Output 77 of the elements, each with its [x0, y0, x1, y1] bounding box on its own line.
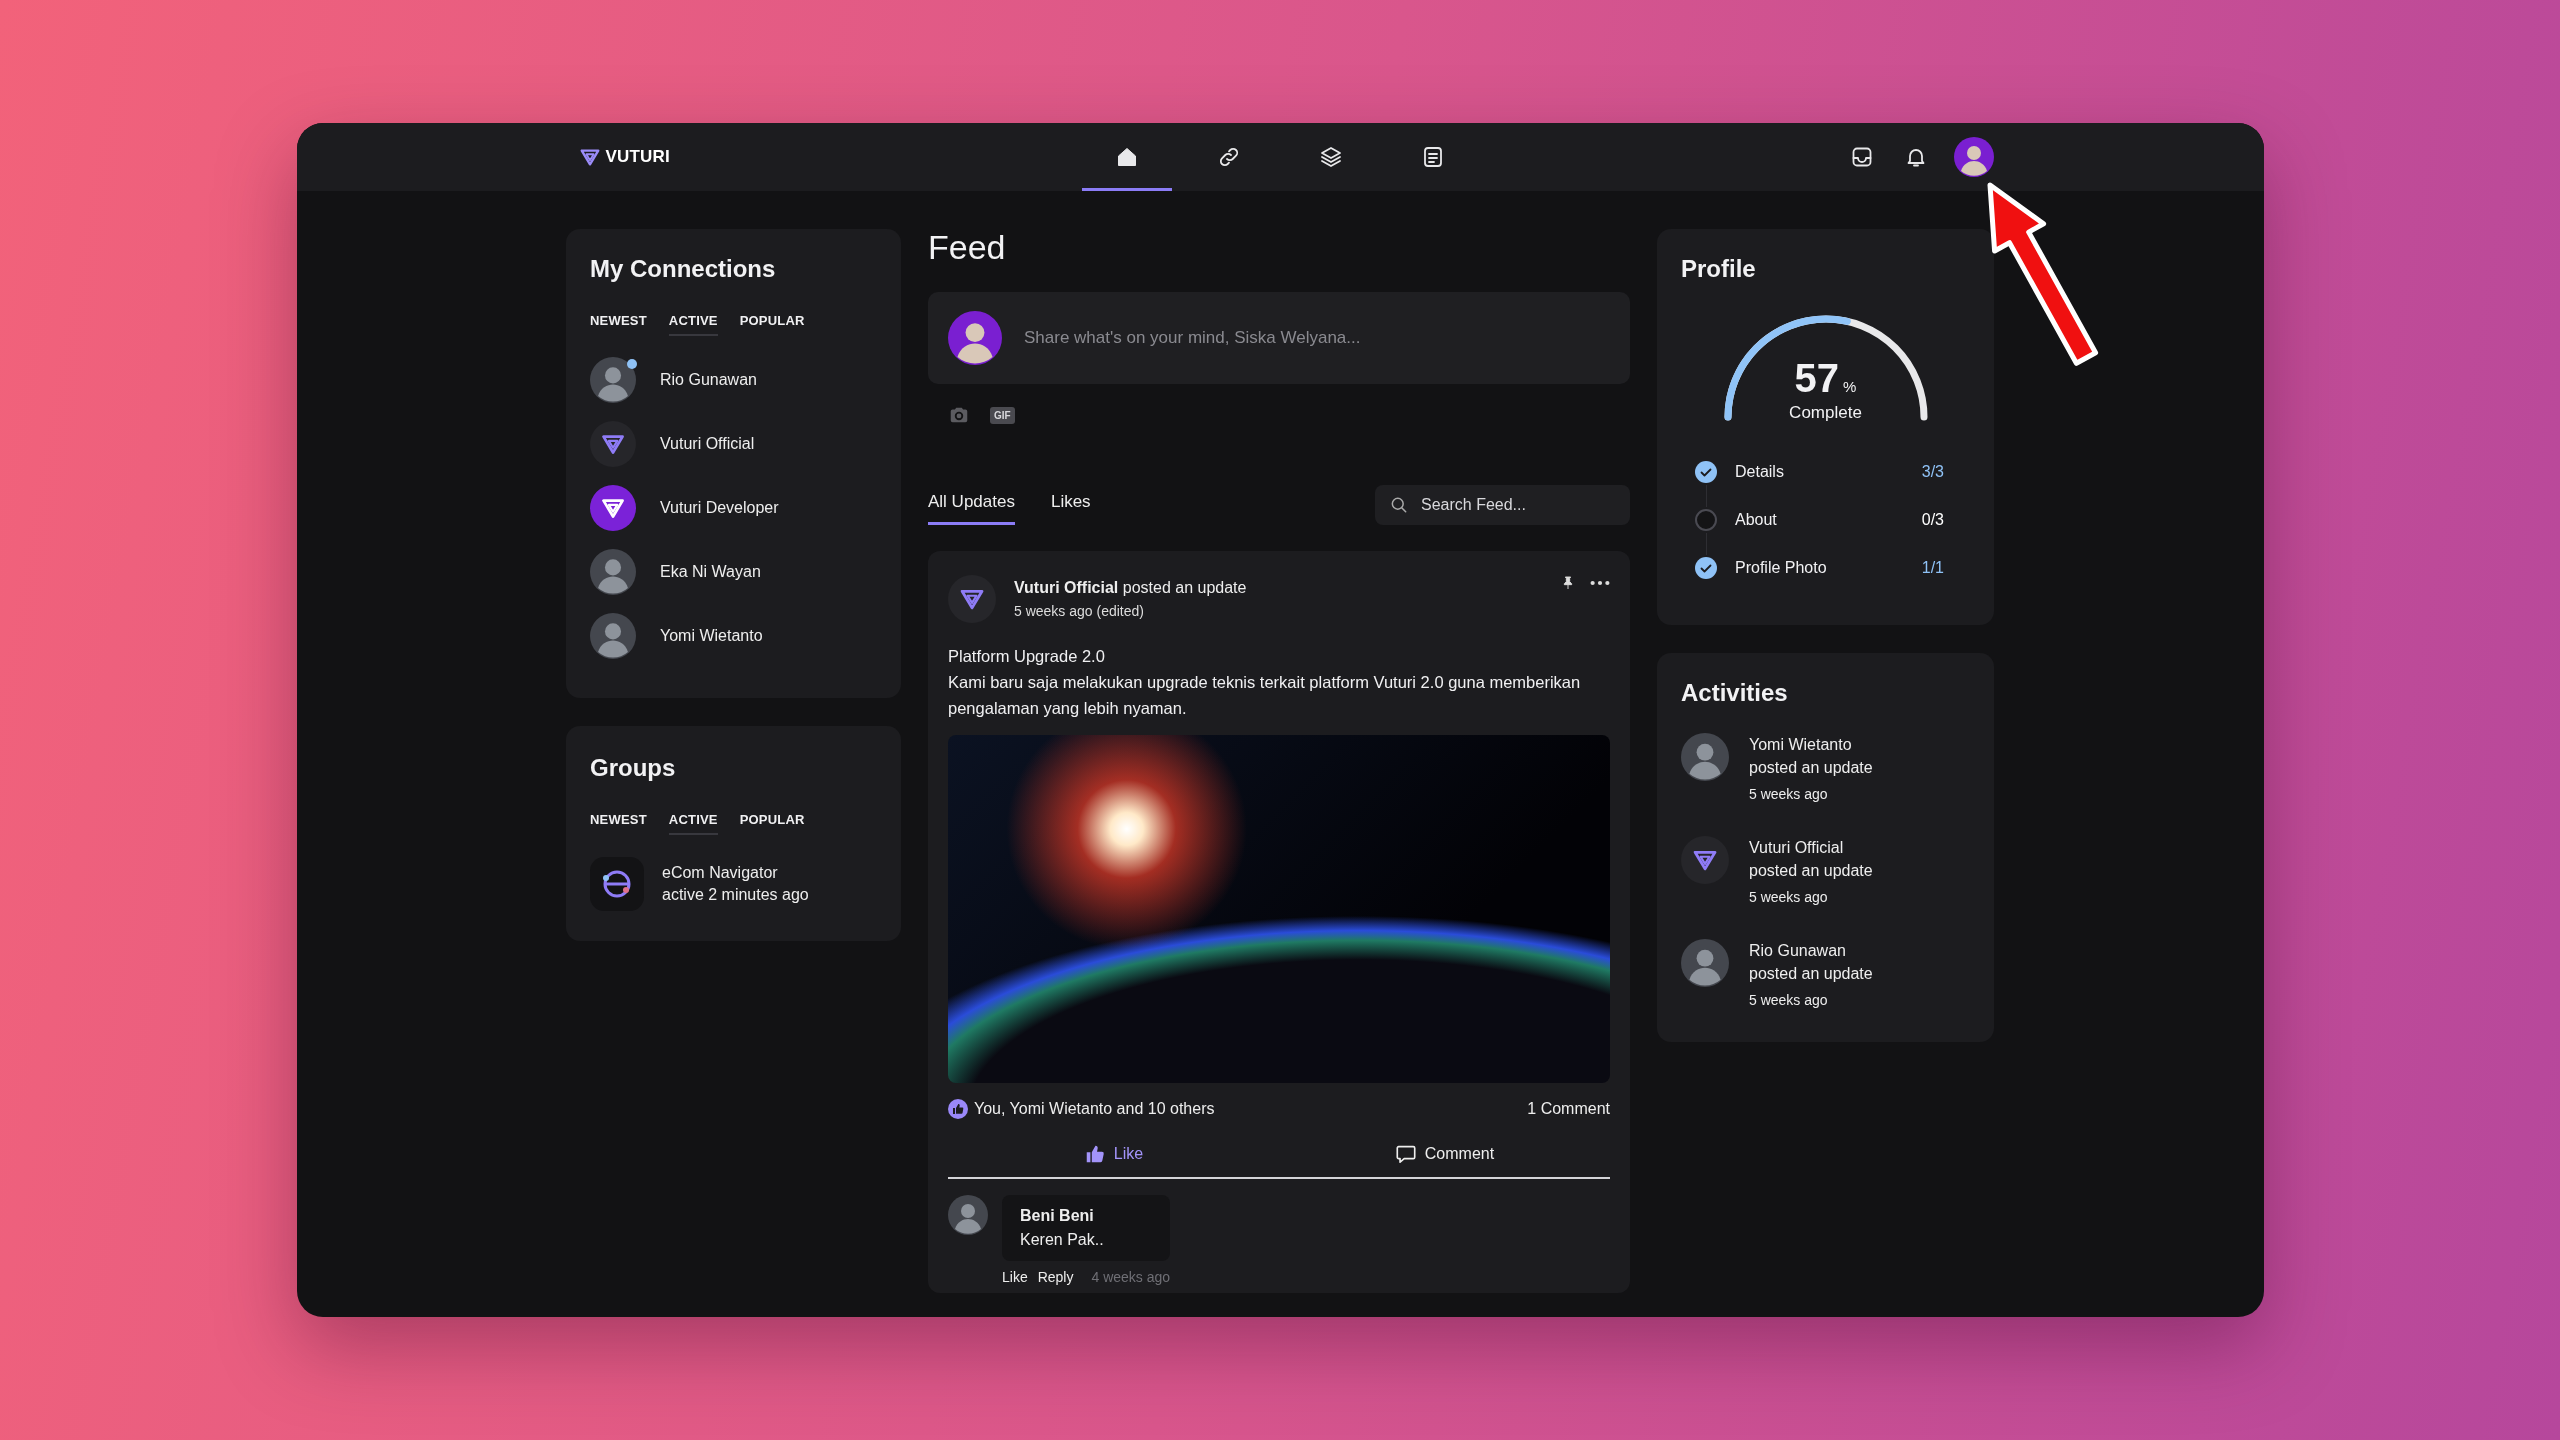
- completion-label: Complete: [1789, 403, 1862, 423]
- brand-name: VUTURI: [605, 147, 670, 167]
- filter-tab[interactable]: POPULAR: [739, 309, 805, 336]
- post-time: 5 weeks ago (edited): [1014, 603, 1145, 620]
- connection-name[interactable]: Rio Gunawan: [660, 371, 757, 389]
- group-icon: [590, 857, 644, 911]
- more-icon: [1590, 580, 1610, 587]
- logo-avatar: [948, 575, 996, 624]
- reactions-text: You, Yomi Wietanto and 10 others: [974, 1100, 1215, 1119]
- filter-tab[interactable]: POPULAR: [739, 808, 805, 835]
- comment-author: Beni Beni: [1020, 1207, 1095, 1226]
- post-header-text: Vuturi Official posted an update: [1014, 579, 1248, 598]
- user-avatar: [948, 311, 1002, 366]
- logo-avatar: [1681, 836, 1729, 884]
- logo-avatar: [590, 485, 636, 531]
- like-count-icon: [948, 1099, 968, 1120]
- filter-tab[interactable]: NEWEST: [590, 309, 647, 336]
- step-label: About: [1735, 511, 1778, 529]
- percent-sign: %: [1843, 378, 1857, 395]
- filter-tab[interactable]: ACTIVE: [668, 309, 718, 336]
- logo-avatar: [590, 421, 636, 467]
- like-button[interactable]: Like: [948, 1131, 1279, 1178]
- group-name[interactable]: eCom Navigator: [662, 864, 809, 882]
- section-title: Activities: [1681, 679, 1788, 707]
- layers-icon: [1319, 145, 1343, 169]
- speech-bubble-icon: [1394, 1143, 1417, 1166]
- home-icon: [1115, 145, 1139, 169]
- activity-time: 5 weeks ago: [1749, 991, 1829, 1010]
- avatar: [590, 613, 636, 659]
- step-progress: 3/3: [1921, 463, 1944, 481]
- comment-button[interactable]: Comment: [1279, 1131, 1610, 1178]
- connection-name[interactable]: Vuturi Developer: [660, 499, 779, 517]
- connection-name[interactable]: Vuturi Official: [660, 435, 755, 453]
- post-input-field[interactable]: Share what's on your mind, Siska Welyana...: [1022, 327, 1610, 350]
- avatar: [590, 549, 636, 595]
- connection-name[interactable]: Yomi Wietanto: [660, 627, 763, 645]
- comment-action-link[interactable]: Like: [1002, 1269, 1028, 1286]
- link-icon: [1217, 145, 1241, 169]
- more-button[interactable]: [1590, 580, 1610, 587]
- feed-tab[interactable]: Likes: [1050, 484, 1091, 526]
- avatar: [1681, 939, 1729, 987]
- post-title: Platform Upgrade 2.0: [948, 646, 1106, 668]
- step-label: Details: [1735, 463, 1785, 481]
- comment-action-link[interactable]: Reply: [1037, 1269, 1074, 1286]
- document-icon: [1421, 145, 1445, 169]
- comment-time: 4 weeks ago: [1091, 1269, 1171, 1286]
- section-title: Profile: [1681, 255, 1756, 283]
- completion-percent: 57: [1794, 356, 1840, 401]
- feed-tab[interactable]: All Updates: [928, 484, 1015, 526]
- step-progress: 0/3: [1921, 511, 1944, 529]
- activity-name[interactable]: Rio Gunawan: [1749, 939, 1873, 962]
- activity-action: posted an update: [1749, 861, 1873, 881]
- logo-icon: [578, 146, 601, 168]
- page-title: Feed: [928, 229, 1006, 267]
- avatar: [948, 1195, 988, 1236]
- filter-tab[interactable]: ACTIVE: [668, 808, 718, 835]
- activity-action: posted an update: [1749, 758, 1873, 778]
- filter-tab[interactable]: NEWEST: [590, 808, 647, 835]
- activity-name[interactable]: Vuturi Official: [1749, 836, 1873, 859]
- step-label: Profile Photo: [1735, 559, 1828, 577]
- post-body: Kami baru saja melakukan upgrade teknis terkait platform Vuturi 2.0 guna memberikan pengalaman yang lebih nyaman.: [948, 672, 1582, 720]
- comment-text: Keren Pak..: [1020, 1231, 1105, 1250]
- gif-button[interactable]: GIF: [990, 406, 1015, 424]
- search-field[interactable]: Search Feed...: [1375, 484, 1630, 525]
- section-title: Groups: [590, 754, 676, 782]
- avatar: [590, 357, 636, 403]
- avatar: [1681, 733, 1729, 781]
- activity-time: 5 weeks ago: [1749, 785, 1829, 804]
- section-title: My Connections: [590, 255, 776, 283]
- activity-name[interactable]: Yomi Wietanto: [1749, 733, 1873, 756]
- activity-action: posted an update: [1749, 964, 1873, 984]
- connection-name[interactable]: Eka Ni Wayan: [660, 563, 761, 581]
- activity-time: 5 weeks ago: [1749, 888, 1829, 907]
- user-avatar[interactable]: [1953, 137, 1994, 177]
- comment-count[interactable]: 1 Comment: [1527, 1100, 1610, 1119]
- group-activity: active 2 minutes ago: [662, 886, 809, 904]
- step-progress: 1/1: [1921, 559, 1944, 577]
